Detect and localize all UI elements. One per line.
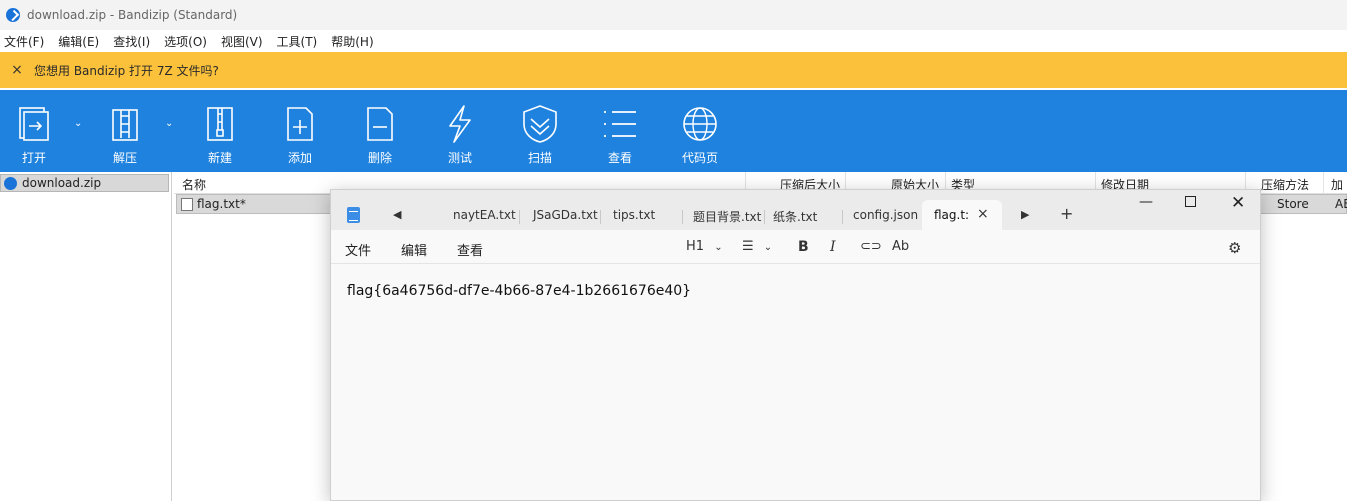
scan-button[interactable]: 扫描 — [512, 104, 568, 166]
new-tab-button[interactable]: + — [1060, 204, 1073, 223]
notepad-menu-file[interactable]: 文件 — [345, 240, 371, 259]
globe-icon — [683, 107, 717, 141]
add-label: 添加 — [287, 151, 312, 165]
notepad-menu-view[interactable]: 查看 — [457, 240, 483, 259]
tab-background[interactable]: 题目背景.txt — [693, 208, 761, 225]
delete-label: 删除 — [367, 151, 392, 165]
file-name: flag.txt* — [197, 197, 246, 211]
tab-flag-active[interactable]: flag.t: × — [922, 200, 1002, 230]
column-method[interactable]: 压缩方法 — [1261, 176, 1309, 193]
notepad-menu-edit[interactable]: 编辑 — [401, 240, 427, 259]
bold-button[interactable]: B — [798, 239, 809, 255]
italic-button[interactable]: I — [830, 239, 836, 255]
active-tab-label: flag.t: — [934, 208, 970, 222]
tab-divider — [600, 210, 601, 224]
scroll-tabs-right-icon[interactable]: ▶ — [1021, 208, 1029, 221]
column-divider — [1323, 172, 1324, 194]
main-toolbar: 打开 ⌄ 解压 ⌄ 新建 添加 删除 测试 扫描 查看 代码页 — [0, 90, 1347, 172]
menu-bar: 文件(F) 编辑(E) 查找(I) 选项(O) 视图(V) 工具(T) 帮助(H… — [0, 30, 1347, 52]
minimize-icon[interactable]: — — [1139, 194, 1153, 210]
heading-label: H1 — [686, 239, 705, 254]
close-window-icon[interactable]: ✕ — [1231, 193, 1245, 213]
add-button[interactable]: 添加 — [272, 104, 328, 166]
tab-tips[interactable]: tips.txt — [613, 208, 655, 222]
delete-button[interactable]: 删除 — [352, 104, 408, 166]
tab-config[interactable]: config.json — [853, 208, 918, 222]
extract-dropdown-chevron-icon[interactable]: ⌄ — [165, 118, 173, 129]
list-view-icon — [604, 111, 636, 137]
menu-file[interactable]: 文件(F) — [4, 33, 44, 50]
bullet-list-icon: ☰ — [742, 239, 754, 254]
delete-file-icon — [367, 107, 393, 141]
bandizip-window: download.zip - Bandizip (Standard) 文件(F)… — [0, 0, 1347, 501]
text-file-icon — [181, 198, 193, 211]
menu-help[interactable]: 帮助(H) — [331, 33, 373, 50]
archive-icon — [4, 176, 17, 190]
shield-icon — [523, 105, 557, 143]
menu-options[interactable]: 选项(O) — [164, 33, 207, 50]
add-file-icon — [287, 107, 313, 141]
tab-jsagda[interactable]: JSaGDa.txt — [533, 208, 598, 222]
tab-naytea[interactable]: naytEA.txt — [453, 208, 516, 222]
menu-find[interactable]: 查找(I) — [113, 33, 150, 50]
test-button[interactable]: 测试 — [432, 104, 488, 166]
codepage-label: 代码页 — [681, 151, 718, 165]
folder-tree-panel: download.zip — [0, 172, 172, 501]
tab-divider — [764, 210, 765, 224]
view-label: 查看 — [607, 151, 632, 165]
heading-chevron-icon: ⌄ — [714, 242, 723, 253]
document-text[interactable]: flag{6a46756d-df7e-4b66-87e4-1b2661676e4… — [347, 283, 691, 299]
lightning-icon — [449, 105, 471, 143]
tab-note[interactable]: 纸条.txt — [773, 208, 817, 225]
codepage-button[interactable]: 代码页 — [672, 104, 728, 166]
notepad-menu-bar: 文件 编辑 查看 H1 ⌄ ☰ ⌄ B I ⊂⊃ Ab ⚙ — [331, 230, 1260, 264]
clear-format-icon[interactable]: Ab — [892, 239, 909, 254]
settings-gear-icon[interactable]: ⚙ — [1228, 239, 1241, 257]
tab-divider — [842, 210, 843, 224]
open-label: 打开 — [21, 151, 46, 165]
column-name[interactable]: 名称 — [182, 176, 206, 193]
tab-divider — [682, 210, 683, 224]
scroll-tabs-left-icon[interactable]: ◀ — [393, 208, 401, 221]
new-archive-button[interactable]: 新建 — [192, 104, 248, 166]
tree-root-label: download.zip — [22, 176, 102, 190]
open-icon — [19, 107, 49, 141]
tab-divider — [519, 210, 520, 224]
menu-edit[interactable]: 编辑(E) — [58, 33, 99, 50]
close-notification-icon[interactable]: × — [0, 62, 34, 78]
file-association-notification: × 您想用 Bandizip 打开 7Z 文件吗? — [0, 52, 1347, 88]
open-dropdown-chevron-icon[interactable]: ⌄ — [74, 118, 82, 129]
tree-root-item[interactable]: download.zip — [0, 174, 169, 192]
file-method: Store — [1277, 197, 1309, 211]
bandizip-logo-icon — [6, 8, 20, 22]
maximize-icon[interactable] — [1185, 196, 1196, 207]
extract-button[interactable]: 解压 — [97, 104, 153, 166]
notepad-window: ◀ naytEA.txt JSaGDa.txt tips.txt 题目背景.tx… — [330, 189, 1261, 501]
notepad-app-icon — [347, 207, 360, 223]
test-label: 测试 — [447, 151, 472, 165]
scan-label: 扫描 — [527, 151, 552, 165]
file-encrypt: AE — [1335, 197, 1347, 211]
view-button[interactable]: 查看 — [592, 104, 648, 166]
heading-dropdown[interactable]: H1 ⌄ — [686, 239, 723, 254]
extract-icon — [112, 109, 138, 141]
notification-message: 您想用 Bandizip 打开 7Z 文件吗? — [34, 63, 219, 78]
menu-view[interactable]: 视图(V) — [221, 33, 263, 50]
new-archive-label: 新建 — [207, 151, 232, 165]
extract-label: 解压 — [112, 151, 137, 165]
new-archive-icon — [207, 107, 233, 141]
list-chevron-icon: ⌄ — [763, 242, 773, 253]
notepad-tab-bar: ◀ naytEA.txt JSaGDa.txt tips.txt 题目背景.tx… — [331, 190, 1260, 230]
close-tab-icon[interactable]: × — [977, 206, 989, 222]
title-bar: download.zip - Bandizip (Standard) — [0, 0, 1347, 30]
link-icon[interactable]: ⊂⊃ — [860, 239, 882, 254]
open-button[interactable]: 打开 — [6, 104, 62, 166]
menu-tools[interactable]: 工具(T) — [277, 33, 318, 50]
list-dropdown[interactable]: ☰ ⌄ — [742, 239, 772, 254]
window-title: download.zip - Bandizip (Standard) — [27, 8, 238, 22]
